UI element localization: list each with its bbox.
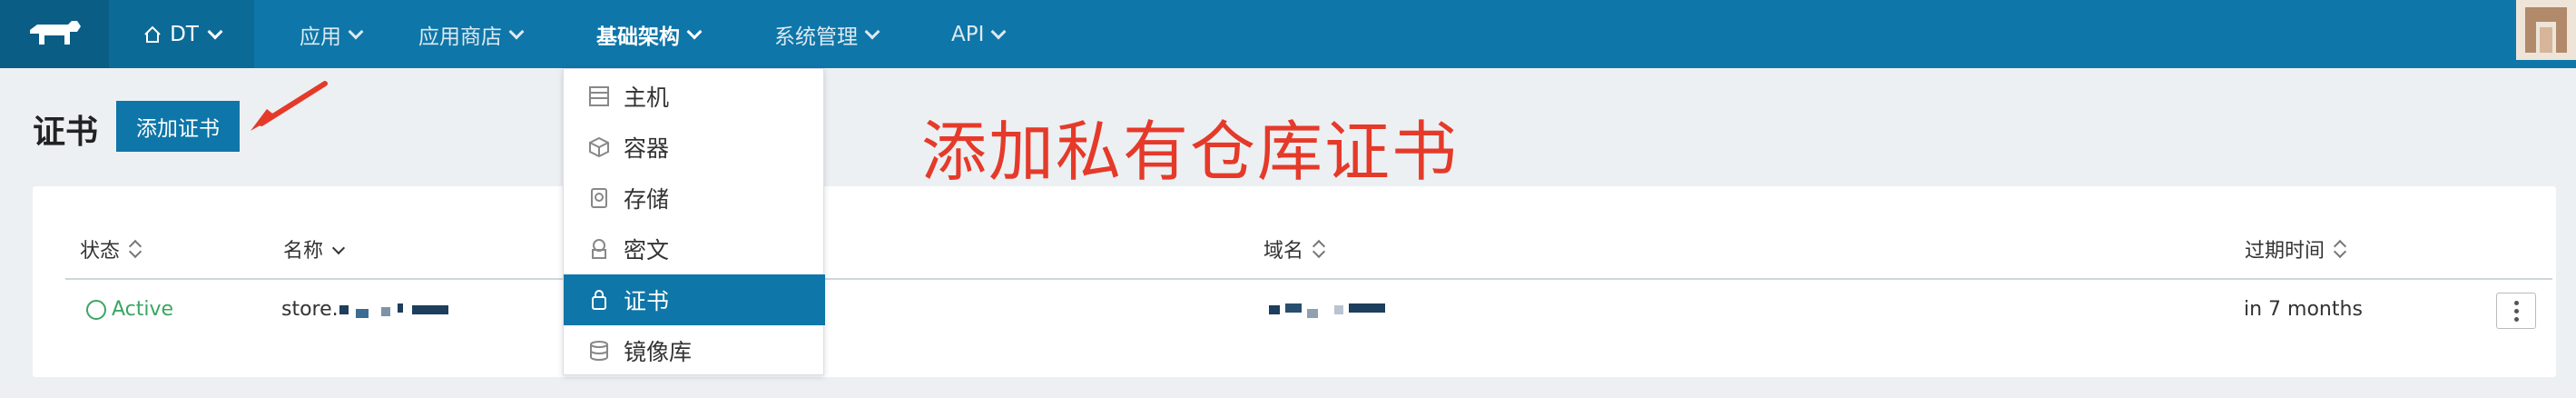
menu-item-storage[interactable]: 存储	[564, 173, 825, 224]
status-text: Active	[112, 298, 174, 321]
environment-switcher[interactable]: DT	[109, 0, 254, 68]
redacted-block	[1349, 303, 1385, 313]
sort-icon	[1313, 239, 1325, 259]
menu-item-hosts[interactable]: 主机	[564, 71, 825, 122]
menu-item-certificates[interactable]: 证书	[564, 274, 825, 325]
redacted-block	[1334, 305, 1343, 314]
column-header-domain-label: 域名	[1263, 240, 1304, 263]
container-icon	[587, 135, 611, 159]
redacted-block	[1285, 303, 1302, 313]
chevron-down-icon	[686, 24, 703, 39]
chevron-down-icon	[508, 24, 525, 39]
home-icon	[144, 25, 161, 43]
table-header-divider	[65, 278, 2552, 280]
column-header-status[interactable]: 状态	[80, 234, 142, 264]
menu-item-registries[interactable]: 镜像库	[564, 325, 825, 376]
add-certificate-button[interactable]: 添加证书	[116, 101, 240, 152]
chevron-down-icon	[864, 24, 880, 39]
dot	[2513, 300, 2519, 305]
menu-item-hosts-label: 主机	[624, 85, 670, 111]
menu-item-secrets-label: 密文	[624, 237, 670, 264]
nav-admin-label: 系统管理	[774, 25, 858, 49]
column-header-status-label: 状态	[80, 240, 121, 263]
redacted-block	[356, 309, 369, 318]
menu-item-storage-label: 存储	[624, 186, 670, 213]
dot	[2513, 316, 2519, 322]
redacted-block	[1269, 305, 1280, 314]
status-circle-icon	[86, 299, 106, 320]
nav-catalog[interactable]: 应用商店	[418, 0, 525, 68]
column-header-expires-label: 过期时间	[2245, 240, 2325, 263]
redacted-block	[381, 307, 390, 316]
annotation-text: 添加私有仓库证书	[921, 114, 1460, 190]
redacted-block	[1307, 309, 1318, 318]
menu-item-certificates-label: 证书	[624, 288, 670, 314]
top-nav: DT 应用 应用商店 基础架构 系统管理 API	[0, 0, 2576, 68]
column-header-name-label: 名称	[283, 240, 324, 263]
infrastructure-dropdown: 主机 容器 存储 密文 证书 镜像库	[563, 68, 825, 376]
secret-icon	[587, 237, 611, 261]
column-header-expires[interactable]: 过期时间	[2245, 234, 2346, 264]
certificates-card	[33, 186, 2556, 377]
menu-item-containers[interactable]: 容器	[564, 122, 825, 173]
column-header-name[interactable]: 名称	[283, 234, 345, 264]
chevron-down-icon	[207, 24, 223, 39]
expiry-value: in 7 months	[2244, 298, 2363, 321]
user-avatar[interactable]	[2516, 0, 2576, 60]
nav-infrastructure[interactable]: 基础架构	[596, 0, 703, 68]
certificate-name: store.	[281, 298, 339, 321]
status-badge: Active	[86, 298, 173, 321]
storage-icon	[587, 186, 611, 210]
dot	[2513, 308, 2519, 313]
annotation-arrow-icon	[251, 81, 328, 131]
redacted-block	[398, 303, 403, 313]
menu-item-containers-label: 容器	[624, 135, 670, 162]
chevron-down-icon	[348, 24, 364, 39]
redacted-block	[339, 305, 349, 314]
rancher-logo[interactable]	[0, 0, 109, 68]
rancher-logo-icon	[30, 20, 81, 45]
nav-admin[interactable]: 系统管理	[774, 0, 880, 68]
nav-api-label: API	[951, 22, 985, 46]
sort-icon	[2334, 239, 2346, 259]
sort-desc-icon	[332, 239, 345, 259]
redacted-block	[412, 305, 448, 314]
host-icon	[587, 85, 611, 108]
menu-item-secrets[interactable]: 密文	[564, 224, 825, 274]
nav-infrastructure-label: 基础架构	[596, 25, 680, 49]
nav-apps-label: 应用	[300, 25, 341, 49]
page-title: 证书	[33, 114, 99, 151]
nav-apps[interactable]: 应用	[300, 0, 364, 68]
chevron-down-icon	[990, 24, 1007, 39]
column-header-domain[interactable]: 域名	[1263, 234, 1325, 264]
row-actions-button[interactable]	[2496, 293, 2536, 329]
nav-api[interactable]: API	[951, 0, 1007, 68]
registry-icon	[587, 339, 611, 363]
certificate-icon	[587, 288, 611, 312]
certificate-name-link[interactable]: store.	[281, 298, 339, 321]
environment-name: DT	[170, 22, 199, 46]
nav-catalog-label: 应用商店	[418, 25, 502, 49]
avatar-image	[2516, 0, 2576, 60]
menu-item-registries-label: 镜像库	[624, 339, 693, 365]
sort-icon	[129, 239, 142, 259]
